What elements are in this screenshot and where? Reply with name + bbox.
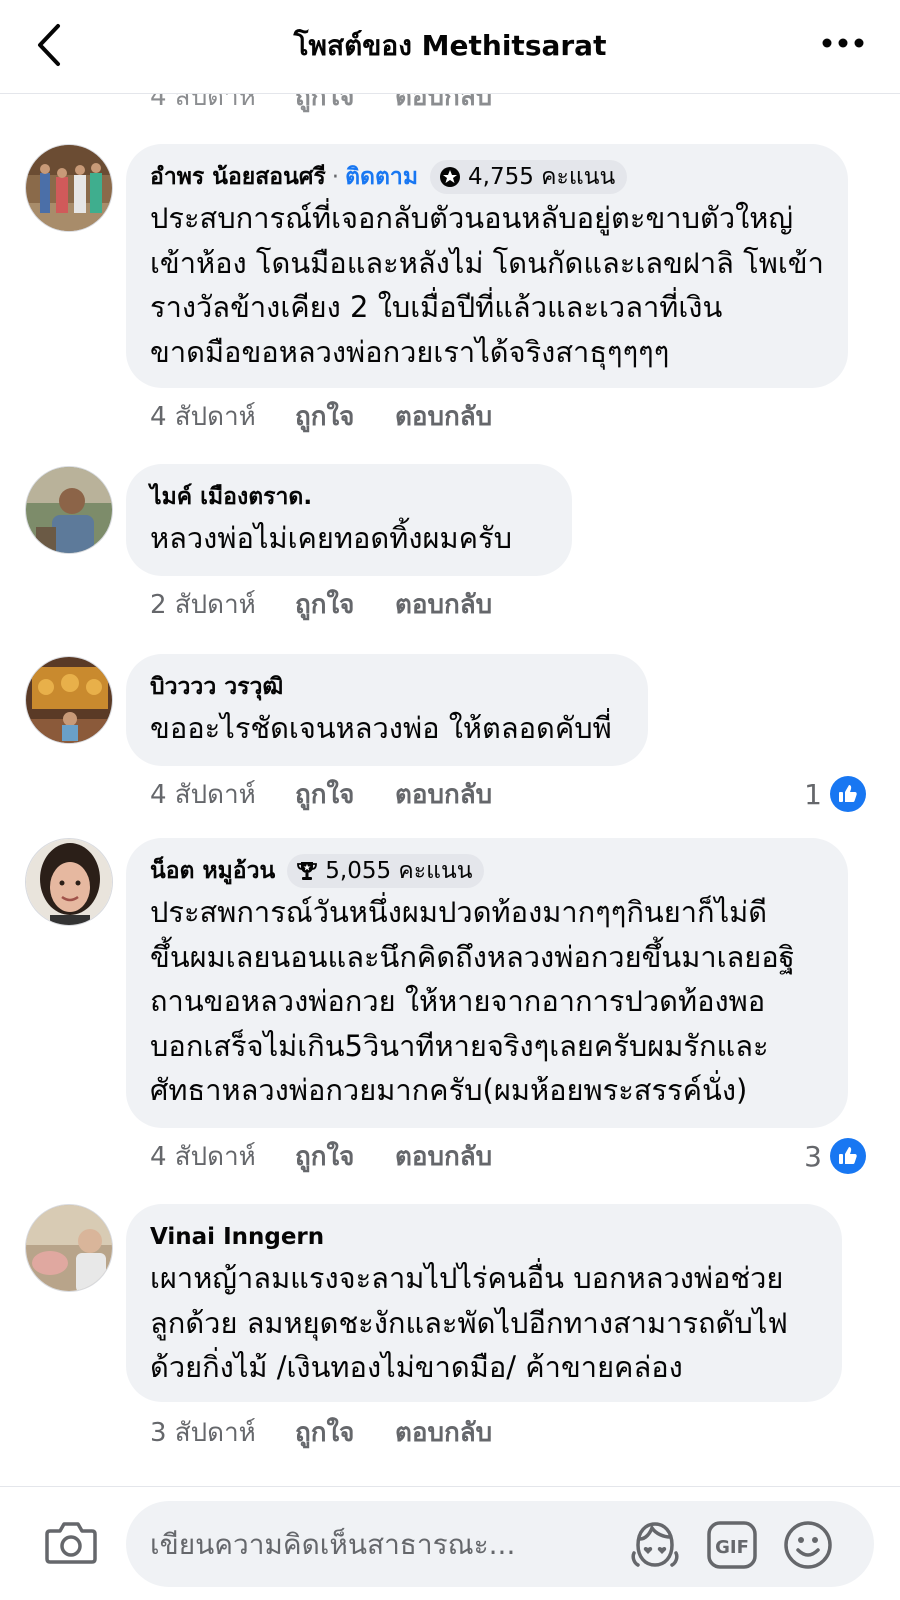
separator-dot: · [331,164,340,190]
comment-text-line: ถานขอหลวงพ่อกวย ให้หายจากอาการปวดท้องพอ [150,984,766,1018]
comment-meta-row: 4 สัปดาห์ ถูกใจ ตอบกลับ [150,94,492,114]
badge-icon [440,167,460,187]
reply-link[interactable]: ตอบกลับ [395,584,492,625]
comment-time: 2 สัปดาห์ [150,589,256,620]
reaction-summary[interactable]: 3 [804,1136,866,1176]
like-link[interactable]: ถูกใจ [295,94,395,117]
comment-author[interactable]: Vinai Inngern [150,1224,324,1250]
avatar-sticker-icon[interactable] [628,1519,682,1575]
comment-bubble: น็อต หมูอ้วน 5,055 คะแนน ประสพการณ์วันหน… [126,838,848,1128]
reply-link[interactable]: ตอบกลับ [395,396,492,437]
like-link[interactable]: ถูกใจ [295,1412,395,1453]
comment-input[interactable] [150,1519,620,1569]
comment-text-line: ด้วยกิ่งไม้ /เงินทองไม่ขาดมือ/ ค้าขายคล่… [150,1350,683,1384]
comment-author[interactable]: ไมค์ เมืองตราด. [150,479,312,515]
comment-bubble: อำพร น้อยสอนศรี · ติดตาม 4,755 คะแนน ประ… [126,144,848,388]
like-thumb-icon [830,1138,866,1174]
like-thumb-icon [830,776,866,812]
comment-feed[interactable]: 4 สัปดาห์ ถูกใจ ตอบกลับ อำพร น้อยสอนศรี [0,94,900,1486]
reply-link[interactable]: ตอบกลับ [395,1412,492,1453]
page-title: โพสต์ของ Methitsarat [293,29,607,62]
comment-meta-row: 4 สัปดาห์ ถูกใจ ตอบกลับ [150,398,492,434]
reply-link[interactable]: ตอบกลับ [395,1136,492,1177]
comment-time: 3 สัปดาห์ [150,1417,256,1448]
comment-meta-row: 4 สัปดาห์ ถูกใจ ตอบกลับ [150,1138,492,1174]
comment-text-line: ลูกด้วย ลมหยุดชะงักและพัดไปอีกทางสามารถด… [150,1305,788,1340]
avatar[interactable] [25,656,113,744]
comment-bubble: บิวววว วรวุฒิ ขออะไรชัดเจนหลวงพ่อ ให้ตลอ… [126,654,648,766]
comment-text-line: ศัทธาหลวงพ่อกวยมากครับ(ผมห้อยพระสรรค์นั่… [150,1073,748,1107]
comment-meta-row: 2 สัปดาห์ ถูกใจ ตอบกลับ [150,586,492,622]
follow-button[interactable]: ติดตาม [345,159,418,195]
reaction-count: 3 [804,1139,822,1173]
comment-time: 4 สัปดาห์ [150,401,256,432]
comment-author[interactable]: น็อต หมูอ้วน [150,853,275,889]
gif-label: GIF [715,1537,749,1558]
comment-text-line: ขออะไรชัดเจนหลวงพ่อ ให้ตลอดคับพี่ [150,711,612,745]
points-badge[interactable]: 5,055 คะแนน [287,854,485,888]
avatar[interactable] [25,1204,113,1292]
points-badge[interactable]: 4,755 คะแนน [430,160,628,194]
back-arrow-icon[interactable] [30,20,74,70]
comment-text-line: เข้าห้อง โดนมือและหลังไม่ โดนกัดและเลขฝา… [150,245,824,280]
comment-text-line: บอกเสร็จไม่เกิน5วินาทีหายจริงๆเลยครับผมร… [150,1028,769,1063]
badge-label: 4,755 คะแนน [468,164,616,190]
comment-bubble: ไมค์ เมืองตราด. หลวงพ่อไม่เคยทอดทิ้งผมคร… [126,464,572,576]
comment-author[interactable]: บิวววว วรวุฒิ [150,669,283,705]
like-link[interactable]: ถูกใจ [295,774,395,815]
emoji-icon[interactable] [782,1519,834,1575]
top-bar: โพสต์ของ Methitsarat [0,0,900,94]
comment-composer: GIF [0,1486,900,1600]
more-options-icon[interactable] [820,28,866,58]
comment-bubble: Vinai Inngern เผาหญ้าลมแรงจะลามไปไร่คนอื… [126,1204,842,1402]
reply-link[interactable]: ตอบกลับ [395,94,492,117]
comment-time: 4 สัปดาห์ [150,779,256,810]
reply-link[interactable]: ตอบกลับ [395,774,492,815]
comment-input-pill[interactable]: GIF [126,1501,874,1587]
comment-text-line: เผาหญ้าลมแรงจะลามไปไร่คนอื่น บอกหลวงพ่อช… [150,1261,784,1295]
badge-label: 5,055 คะแนน [325,858,473,884]
camera-icon[interactable] [44,1517,98,1567]
comment-time: 4 สัปดาห์ [150,1141,256,1172]
comment-text-line: ขึ้นผมเลยนอนและนึกคิดถึงหลวงพ่อกวยขึ้นมา… [150,939,795,974]
comment-text-line: ประสบการณ์ที่เจอกลับตัวนอนหลับอยู่ตะขาบต… [150,201,794,235]
like-link[interactable]: ถูกใจ [295,1136,395,1177]
comment-author[interactable]: อำพร น้อยสอนศรี [150,159,326,195]
avatar[interactable] [25,144,113,232]
reaction-summary[interactable]: 1 [804,774,866,814]
avatar[interactable] [25,838,113,926]
reaction-count: 1 [804,777,822,811]
trophy-icon [297,862,318,880]
comment-text-line: ประสพการณ์วันหนึ่งผมปวดท้องมากๆๆกินยาก็ไ… [150,895,768,929]
comment-meta-row: 3 สัปดาห์ ถูกใจ ตอบกลับ [150,1414,492,1450]
comment-text-line: รางวัลข้างเคียง 2 ใบเมื่อปีที่แล้วและเวล… [150,290,723,324]
comment-meta-row: 4 สัปดาห์ ถูกใจ ตอบกลับ [150,776,492,812]
like-link[interactable]: ถูกใจ [295,396,395,437]
like-link[interactable]: ถูกใจ [295,584,395,625]
avatar[interactable] [25,466,113,554]
comment-text-line: ขาดมือขอหลวงพ่อกวยเราได้จริงสาธุๆๆๆๆ [150,334,670,369]
gif-icon[interactable]: GIF [706,1519,758,1575]
comment-text-line: หลวงพ่อไม่เคยทอดทิ้งผมครับ [150,521,513,555]
comment-time: 4 สัปดาห์ [150,94,256,112]
